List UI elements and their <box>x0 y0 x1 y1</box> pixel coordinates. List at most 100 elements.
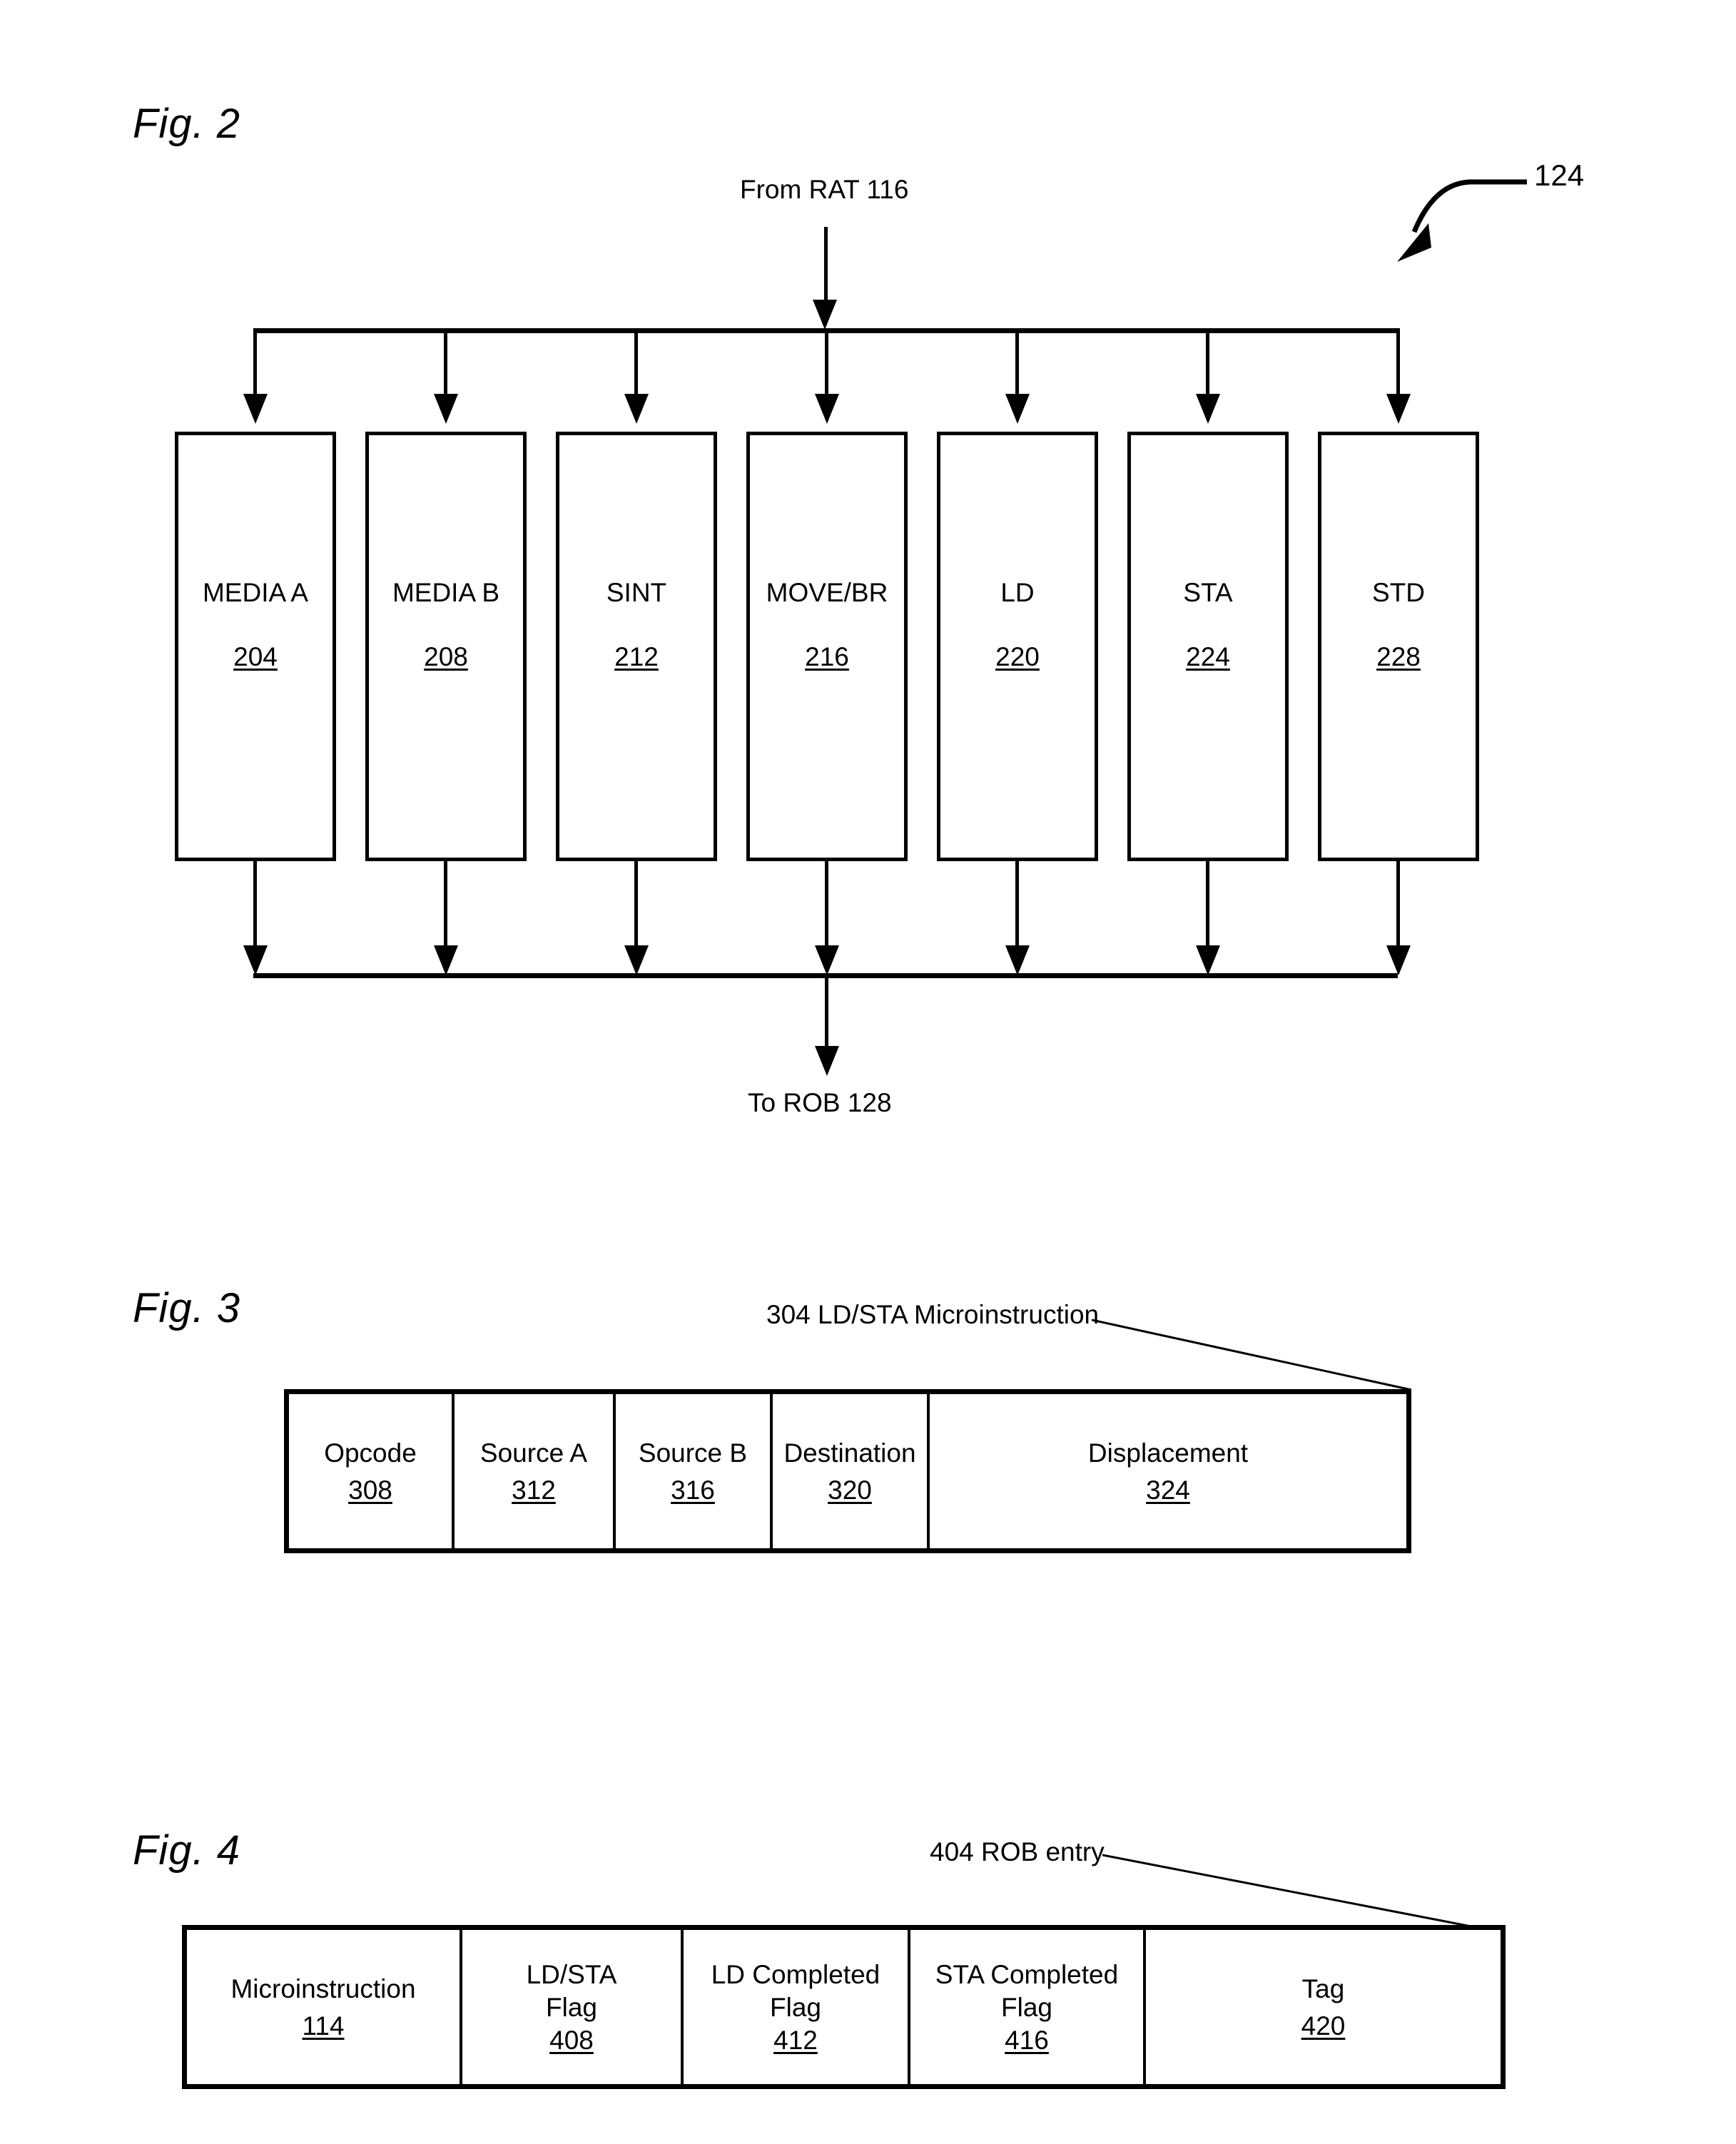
top-branch-line <box>1015 328 1019 400</box>
bottom-branch-line <box>1015 861 1019 952</box>
bottom-branch-line <box>444 861 447 952</box>
unit-title: MEDIA B <box>392 578 500 607</box>
unit-ref-value: 228 <box>1376 642 1421 671</box>
unit-title: STA <box>1183 578 1233 607</box>
figure-4-caption: Fig. 4 <box>133 1827 241 1874</box>
field-microinstruction[interactable]: Microinstruction 114 <box>187 1930 460 2084</box>
input-arrowhead-icon <box>813 300 837 330</box>
assembly-ref-label: 124 <box>1534 158 1585 192</box>
unit-ref: 212 <box>559 642 714 672</box>
unit-ref: 216 <box>750 642 904 672</box>
field-ref: 420 <box>1301 2011 1346 2041</box>
input-arrow-shaft <box>824 227 828 311</box>
top-branch-arrowhead-icon <box>1005 394 1030 424</box>
field-label: Opcode <box>324 1438 417 1468</box>
figure-3-caption: Fig. 3 <box>133 1285 241 1331</box>
output-arrow-shaft <box>825 973 828 1057</box>
field-label: Tag <box>1301 1973 1345 2003</box>
field-ld-completed-flag[interactable]: LD Completed Flag 412 <box>681 1930 908 2084</box>
bottom-branch-arrowhead-icon <box>1386 945 1411 975</box>
output-arrowhead-icon <box>815 1046 839 1076</box>
bottom-branch-arrowhead-icon <box>624 945 649 975</box>
bottom-branch-arrowhead-icon <box>434 945 458 975</box>
unit-ref: 228 <box>1321 642 1476 672</box>
field-tag[interactable]: Tag 420 <box>1143 1930 1501 2084</box>
unit-title: STD <box>1372 578 1425 607</box>
execution-unit-sta[interactable]: STA 224 <box>1127 432 1289 861</box>
field-displacement[interactable]: Displacement 324 <box>927 1394 1406 1548</box>
bottom-branch-line <box>825 861 828 952</box>
figure-2-output-label: To ROB 128 <box>748 1088 892 1117</box>
field-ref: 412 <box>773 2026 818 2056</box>
top-branch-arrowhead-icon <box>434 394 458 424</box>
top-branch-arrowhead-icon <box>815 394 839 424</box>
field-label: Destination <box>783 1438 916 1468</box>
unit-title: MOVE/BR <box>766 578 888 607</box>
bottom-branch-arrowhead-icon <box>243 945 268 975</box>
unit-ref-value: 204 <box>233 642 278 671</box>
unit-title: LD <box>1000 578 1035 607</box>
field-label: Source A <box>479 1438 588 1468</box>
field-ref: 324 <box>1146 1475 1190 1505</box>
top-branch-arrowhead-icon <box>243 394 268 424</box>
field-ref: 312 <box>512 1475 556 1505</box>
unit-title: SINT <box>606 578 667 607</box>
execution-unit-ld[interactable]: LD 220 <box>937 432 1098 861</box>
unit-ref: 224 <box>1131 642 1285 672</box>
top-branch-line <box>1396 328 1400 400</box>
field-sta-completed-flag[interactable]: STA Completed Flag 416 <box>908 1930 1143 2084</box>
field-source-b[interactable]: Source B 316 <box>613 1394 770 1548</box>
field-ref: 308 <box>348 1475 392 1505</box>
unit-ref: 220 <box>940 642 1095 672</box>
field-ref: 114 <box>302 2011 345 2041</box>
field-label: Microinstruction <box>230 1973 416 2003</box>
unit-ref-value: 216 <box>805 642 849 671</box>
unit-ref-value: 212 <box>614 642 659 671</box>
field-label: LD Completed Flag <box>711 1959 880 2022</box>
figure-2-input-label: From RAT 116 <box>740 175 909 204</box>
unit-ref-value: 208 <box>424 642 468 671</box>
top-branch-line <box>1206 328 1209 400</box>
field-ref: 416 <box>1005 2026 1049 2056</box>
execution-unit-move-br[interactable]: MOVE/BR 216 <box>746 432 908 861</box>
field-ref: 316 <box>671 1475 715 1505</box>
bottom-branch-arrowhead-icon <box>815 945 839 975</box>
field-label: Displacement <box>1087 1438 1249 1468</box>
bottom-branch-line <box>1396 861 1400 952</box>
execution-unit-std[interactable]: STD 228 <box>1318 432 1479 861</box>
field-source-a[interactable]: Source A 312 <box>452 1394 613 1548</box>
unit-ref-value: 220 <box>995 642 1040 671</box>
unit-ref: 208 <box>369 642 523 672</box>
top-branch-line <box>444 328 447 400</box>
bottom-branch-arrowhead-icon <box>1005 945 1030 975</box>
unit-ref-value: 224 <box>1186 642 1230 671</box>
field-label: LD/STA Flag <box>526 1959 617 2022</box>
field-ld-sta-flag[interactable]: LD/STA Flag 408 <box>460 1930 681 2084</box>
field-label: Source B <box>638 1438 748 1468</box>
top-branch-arrowhead-icon <box>624 394 649 424</box>
field-opcode[interactable]: Opcode 308 <box>289 1394 452 1548</box>
bottom-branch-arrowhead-icon <box>1196 945 1220 975</box>
figure-2: Fig. 2 From RAT 116 124 MEDIA A 204 MEDI… <box>0 0 1736 1177</box>
bottom-branch-line <box>253 861 257 952</box>
execution-unit-sint[interactable]: SINT 212 <box>556 432 717 861</box>
top-branch-arrowhead-icon <box>1386 394 1411 424</box>
figure-4-title-label: 404 ROB entry <box>930 1837 1105 1866</box>
bottom-branch-line <box>1206 861 1209 952</box>
rob-entry-table: Microinstruction 114 LD/STA Flag 408 LD … <box>182 1925 1506 2089</box>
figure-3-leader-line-icon <box>1092 1319 1412 1391</box>
top-branch-line <box>634 328 638 400</box>
figure-2-caption: Fig. 2 <box>133 101 241 147</box>
unit-ref: 204 <box>178 642 333 672</box>
execution-unit-media-b[interactable]: MEDIA B 208 <box>365 432 527 861</box>
field-destination[interactable]: Destination 320 <box>770 1394 927 1548</box>
field-ref: 408 <box>549 2026 594 2056</box>
bottom-branch-line <box>634 861 638 952</box>
field-ref: 320 <box>828 1475 872 1505</box>
figure-3-title-label: 304 LD/STA Microinstruction <box>766 1300 1100 1329</box>
top-branch-line <box>825 328 828 400</box>
unit-title: MEDIA A <box>202 578 309 607</box>
top-branch-line <box>253 328 257 400</box>
top-branch-arrowhead-icon <box>1196 394 1220 424</box>
execution-unit-media-a[interactable]: MEDIA A 204 <box>175 432 336 861</box>
